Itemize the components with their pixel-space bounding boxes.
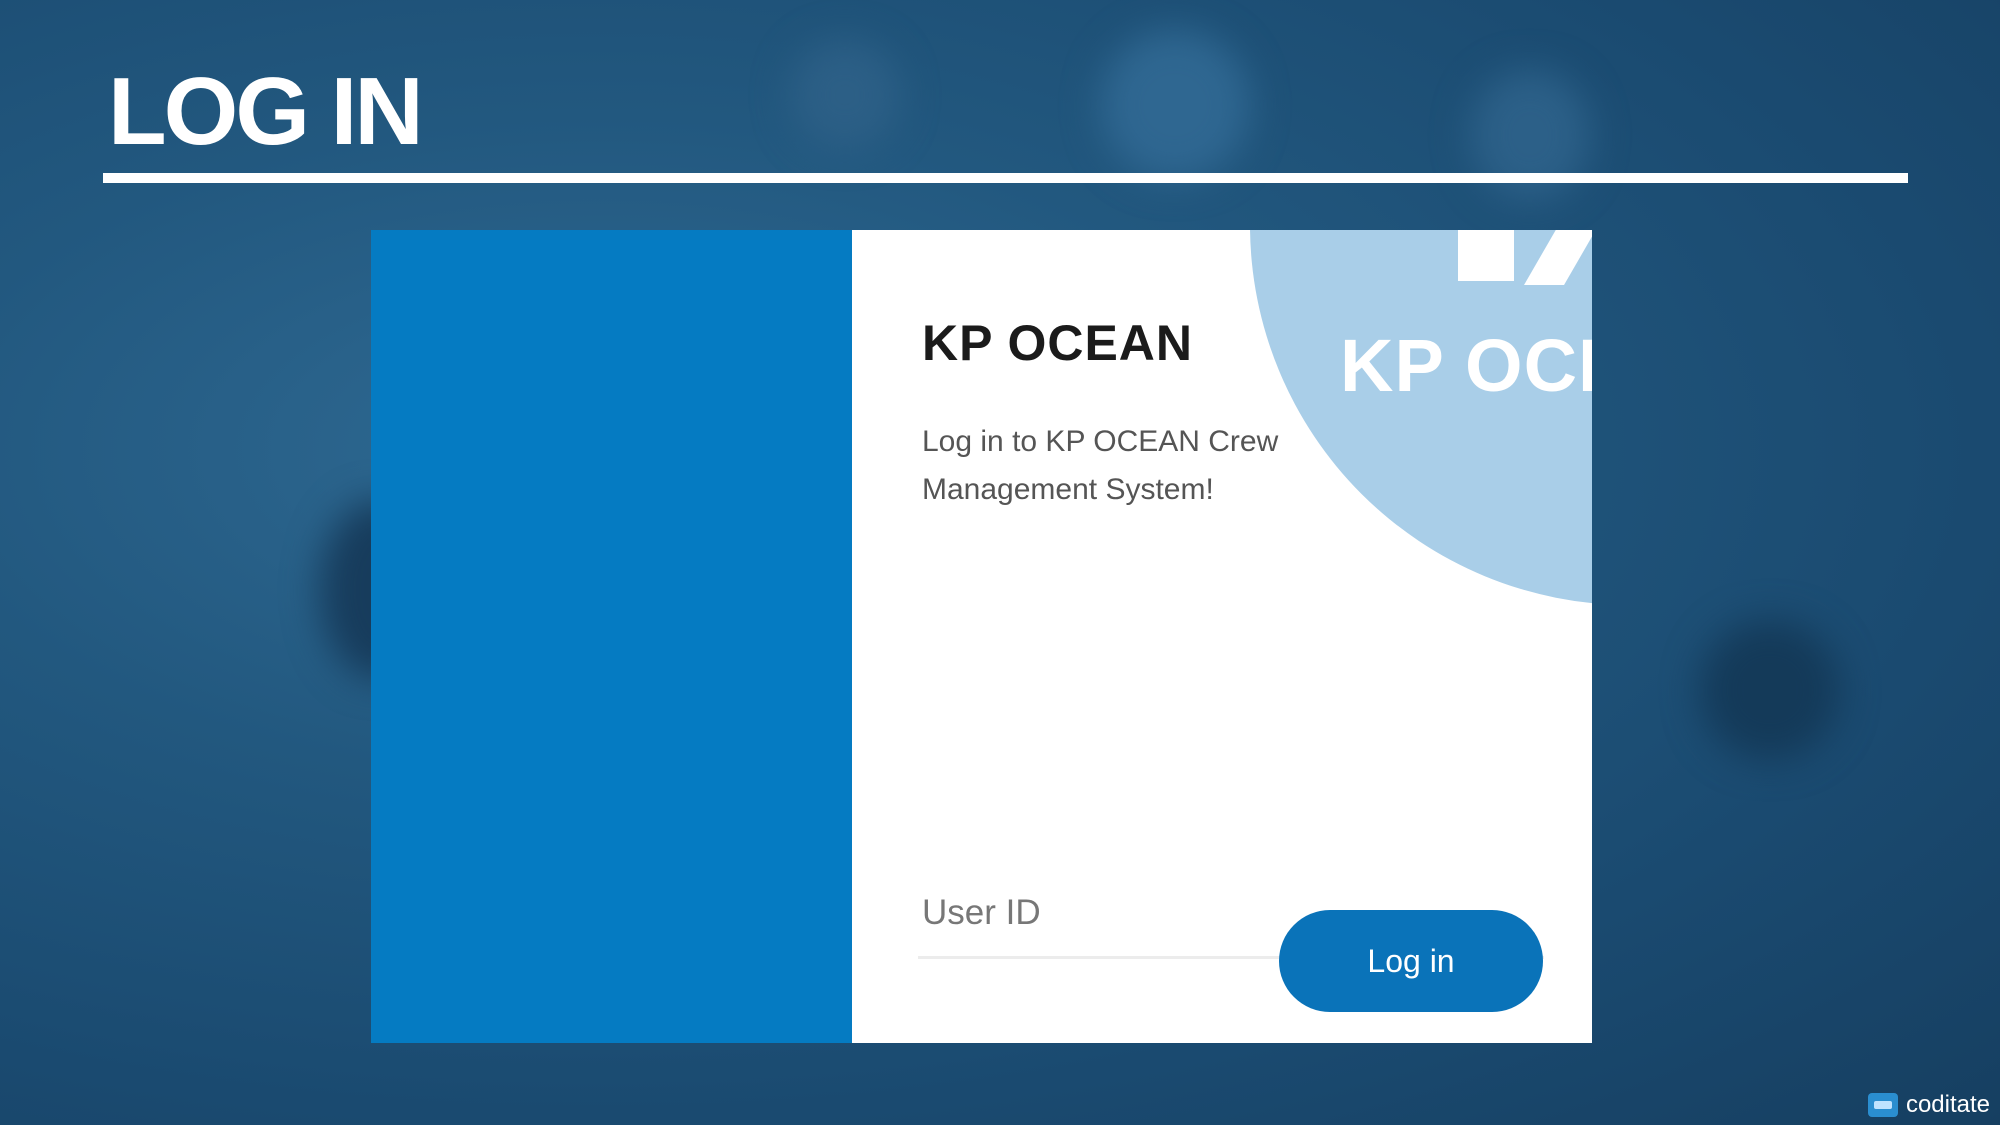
logo-text: KP OCEAN [1340, 324, 1592, 407]
login-side-panel [371, 230, 852, 1043]
brand-name: KP OCEAN [922, 315, 1194, 371]
password-input[interactable] [918, 1017, 1544, 1043]
login-tagline: Log in to KP OCEAN Crew Management Syste… [922, 425, 1279, 506]
watermark-text: coditate [1905, 1091, 1990, 1118]
login-card: KP OCEAN KP OCEAN Log in to KP OCEAN Cre… [371, 230, 1592, 1043]
background-blur-shape [790, 40, 900, 150]
login-button[interactable]: Log in [1279, 910, 1543, 1012]
logo-mark [1458, 230, 1514, 281]
login-form-panel: KP OCEAN KP OCEAN Log in to KP OCEAN Cre… [852, 230, 1592, 1043]
title-underline [103, 173, 1908, 183]
background-blur-shape [1100, 30, 1250, 180]
slide-title: LOG IN [108, 58, 424, 165]
laptop-icon [1867, 1093, 1898, 1117]
logo-mark [1524, 230, 1592, 285]
coditate-watermark: coditate [1867, 1091, 1990, 1119]
background-blur-shape [1700, 620, 1840, 760]
